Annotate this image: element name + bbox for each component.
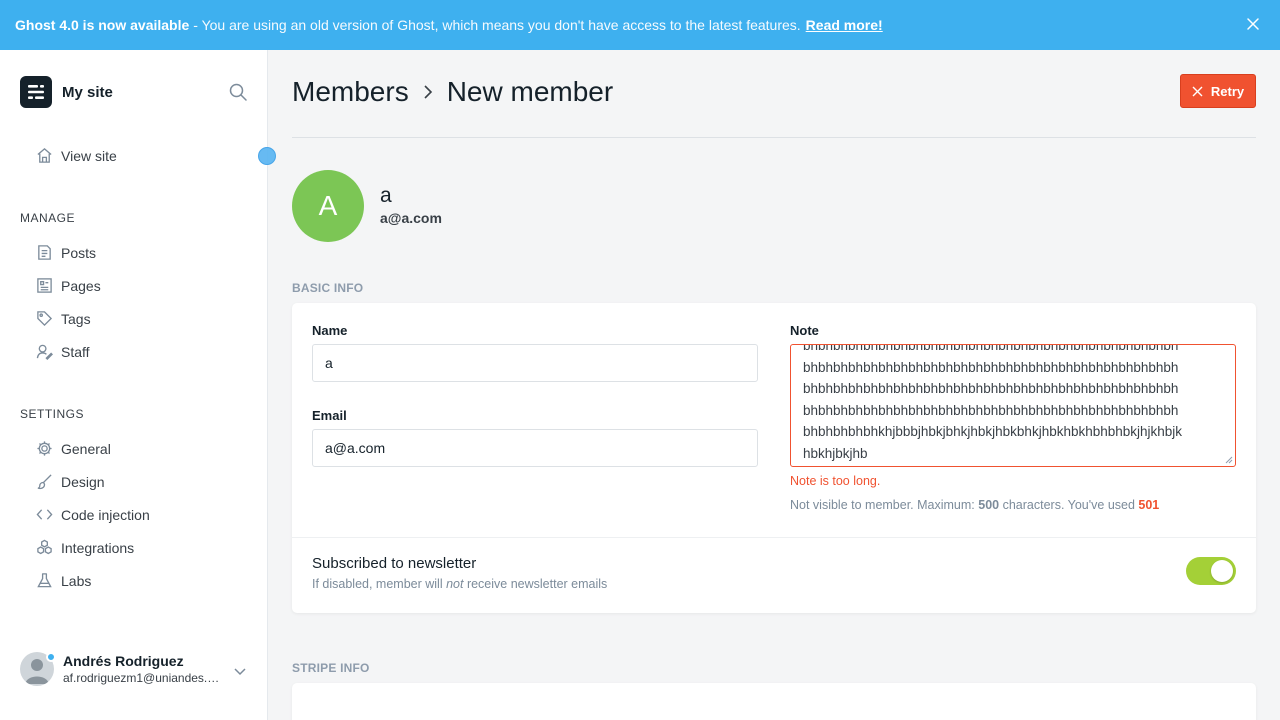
header-divider <box>292 137 1256 138</box>
hint-used: 501 <box>1138 498 1160 512</box>
tag-icon <box>37 311 53 327</box>
main-content: Members New member Retry A a a@a.com BAS… <box>268 50 1280 720</box>
banner-read-more-link[interactable]: Read more! <box>806 17 883 33</box>
basic-info-heading: BASIC INFO <box>292 281 364 295</box>
name-label: Name <box>312 323 348 338</box>
close-icon[interactable] <box>1244 15 1262 33</box>
newsletter-sub-em: not <box>446 577 464 591</box>
sidebar-item-view-site[interactable]: View site <box>36 147 117 164</box>
update-banner: Ghost 4.0 is now available - You are usi… <box>0 0 1280 50</box>
sidebar-item-pages[interactable]: Pages <box>36 277 101 294</box>
member-email: a@a.com <box>380 210 442 226</box>
note-label: Note <box>790 323 819 338</box>
staff-icon <box>36 344 53 360</box>
site-name: My site <box>62 83 113 101</box>
sidebar-item-posts[interactable]: Posts <box>36 244 96 261</box>
resize-handle-icon[interactable] <box>1225 456 1233 464</box>
user-email: af.rodriguezm1@uniandes.edu.co <box>63 671 225 685</box>
sidebar-item-label: General <box>61 440 111 457</box>
email-input[interactable] <box>312 429 758 467</box>
gear-icon <box>37 441 52 456</box>
stripe-info-heading: STRIPE INFO <box>292 661 370 675</box>
note-line: bhbhbhbhbhkhjbbbjhbkjbhkjhbkjhbkbhkjhbkh… <box>803 424 1183 440</box>
sidebar-item-label: Pages <box>61 277 101 294</box>
note-textarea[interactable]: bhbhbhbhbhbhbhbhbhbhbhbhbhbhbhbhbhbhbhbh… <box>790 344 1236 467</box>
newsletter-toggle[interactable] <box>1186 557 1236 585</box>
sidebar-item-code-injection[interactable]: Code injection <box>36 506 150 523</box>
sidebar-item-general[interactable]: General <box>36 440 111 457</box>
sidebar-item-labs[interactable]: Labs <box>36 572 91 589</box>
note-line: bhbhbhbhbhbhbhbhbhbhbhbhbhbhbhbhbhbhbhbh… <box>803 381 1179 397</box>
sidebar-item-label: Labs <box>61 572 92 589</box>
newsletter-description: If disabled, member will not receive new… <box>312 577 607 591</box>
user-name: Andrés Rodriguez <box>63 653 184 669</box>
sidebar-item-design[interactable]: Design <box>36 473 105 490</box>
home-icon <box>37 148 52 163</box>
toggle-knob <box>1211 560 1233 582</box>
flask-icon <box>37 573 52 588</box>
sidebar-item-label: Code injection <box>61 506 150 523</box>
user-menu[interactable]: Andrés Rodriguez af.rodriguezm1@uniandes… <box>20 652 250 686</box>
chevron-right-icon <box>424 85 432 99</box>
sidebar-item-label: Integrations <box>61 539 135 556</box>
hint-prefix: Not visible to member. Maximum: <box>790 498 979 512</box>
newsletter-title: Subscribed to newsletter <box>312 555 477 572</box>
note-line: bhbhbhbhbhbhbhbhbhbhbhbhbhbhbhbhbhbhbhbh… <box>803 344 1179 353</box>
user-status-badge <box>46 652 56 662</box>
breadcrumb: Members New member <box>292 76 613 108</box>
manage-heading: MANAGE <box>20 211 76 225</box>
note-error-message: Note is too long. <box>790 474 881 488</box>
retry-label: Retry <box>1210 83 1245 99</box>
pages-icon <box>37 278 52 293</box>
hint-mid: characters. You've used <box>999 498 1139 512</box>
sidebar-item-tags[interactable]: Tags <box>36 310 91 327</box>
note-line: bhbhbhbhbhbhbhbhbhbhbhbhbhbhbhbhbhbhbhbh… <box>803 402 1179 418</box>
site-brand[interactable]: My site <box>20 76 113 108</box>
integrations-icon <box>37 539 52 555</box>
settings-heading: SETTINGS <box>20 407 85 421</box>
chevron-down-icon[interactable] <box>232 663 248 679</box>
search-icon[interactable] <box>228 82 248 102</box>
member-name: a <box>380 184 392 207</box>
sidebar: My site View site MANAGE Posts Pages Tag… <box>0 50 276 720</box>
page-title: New member <box>446 76 614 107</box>
sidebar-item-label: Design <box>61 473 105 490</box>
newsletter-sub-b: receive newsletter emails <box>463 577 608 591</box>
sidebar-item-label: Tags <box>61 310 91 327</box>
banner-title: Ghost 4.0 is now available <box>15 17 190 33</box>
email-label: Email <box>312 408 347 423</box>
posts-icon <box>38 245 51 260</box>
stripe-info-card <box>292 683 1256 720</box>
sidebar-item-integrations[interactable]: Integrations <box>36 539 134 556</box>
note-line: hbkhjbkjhb <box>803 445 868 461</box>
newsletter-sub-a: If disabled, member will <box>312 577 447 591</box>
sidebar-item-label: View site <box>61 147 117 164</box>
brush-icon <box>37 474 52 490</box>
hint-max: 500 <box>978 498 1000 512</box>
member-avatar: A <box>292 170 364 242</box>
note-line: bhbhbhbhbhbhbhbhbhbhbhbhbhbhbhbhbhbhbhbh… <box>803 359 1179 375</box>
code-icon <box>36 509 53 520</box>
close-icon <box>1192 86 1203 96</box>
basic-info-card: Name Email Note bhbhbhbhbhbhbhbhbhbhbhbh… <box>292 303 1256 613</box>
sidebar-item-staff[interactable]: Staff <box>36 343 90 360</box>
banner-message: - You are using an old version of Ghost,… <box>193 17 801 33</box>
sidebar-item-label: Staff <box>61 343 90 360</box>
retry-button[interactable]: Retry <box>1180 74 1256 108</box>
sidebar-item-label: Posts <box>61 244 97 261</box>
name-input[interactable] <box>312 344 758 382</box>
breadcrumb-members-link[interactable]: Members <box>292 76 409 108</box>
note-hint: Not visible to member. Maximum: 500 char… <box>790 498 1159 512</box>
ghost-logo-icon <box>20 76 52 108</box>
card-divider <box>292 537 1256 538</box>
